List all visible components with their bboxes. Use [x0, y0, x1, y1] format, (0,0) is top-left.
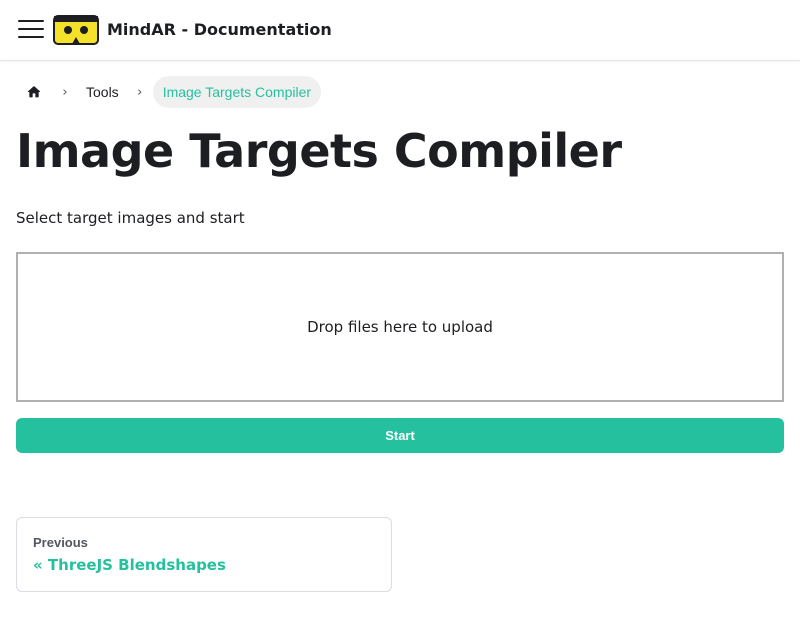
page-title: Image Targets Compiler [16, 124, 622, 178]
navbar: MindAR - Documentation [0, 0, 800, 61]
pagination-previous-sublabel: Previous [33, 535, 88, 550]
dropzone-label: Drop files here to upload [307, 318, 493, 336]
breadcrumb-home[interactable] [16, 76, 52, 108]
home-icon [27, 86, 41, 98]
pagination-previous-label: « ThreeJS Blendshapes [33, 556, 226, 574]
breadcrumb-item-current: Image Targets Compiler [152, 76, 322, 108]
breadcrumb-item-tools[interactable]: Tools [78, 84, 127, 100]
breadcrumb-separator: › [137, 84, 143, 100]
hamburger-menu-icon[interactable] [18, 17, 44, 41]
site-title[interactable]: MindAR - Documentation [107, 20, 332, 39]
vr-headset-logo-icon[interactable] [53, 13, 99, 47]
breadcrumb: › Tools › Image Targets Compiler [16, 76, 322, 108]
pagination-previous-link[interactable]: Previous « ThreeJS Blendshapes [16, 517, 392, 592]
breadcrumb-separator: › [62, 84, 68, 100]
file-dropzone[interactable]: Drop files here to upload [16, 252, 784, 402]
start-button[interactable]: Start [16, 418, 784, 453]
instruction-text: Select target images and start [16, 209, 245, 227]
